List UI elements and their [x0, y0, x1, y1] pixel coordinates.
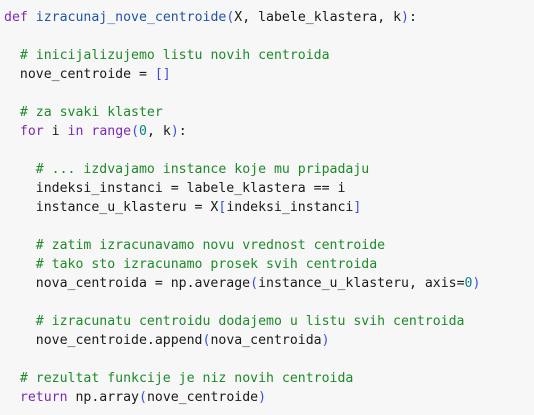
code-number: 0 [139, 124, 147, 139]
code-line: return np.array(nove_centroide) [4, 388, 534, 407]
code-function-name: izracunaj_nove_centroide [35, 10, 227, 25]
code-text: indeksi_instanci [226, 200, 354, 215]
code-text: nove_centroide [146, 390, 259, 405]
code-text: nove_centroide.append [4, 333, 203, 348]
code-line: def izracunaj_nove_centroide(X, labele_k… [4, 8, 534, 27]
code-line: # ... izdvajamo instance koje mu pripada… [4, 160, 534, 179]
code-bracket: ) [472, 276, 481, 291]
code-keyword: for [19, 124, 44, 139]
code-line: # rezultat funkcije je niz novih centroi… [4, 369, 534, 388]
code-text: X, labele_klastera, k [234, 10, 402, 25]
code-bracket: ( [139, 390, 147, 405]
code-line: # za svaki klaster [4, 103, 534, 122]
code-text: : [408, 10, 417, 25]
code-keyword: range [91, 124, 132, 139]
code-comment: # zatim izracunavamo novu vrednost centr… [35, 238, 386, 253]
code-text: nove_centroide = [4, 67, 155, 82]
code-bracket: ) [258, 390, 267, 405]
code-comment: # rezultat funkcije je niz novih centroi… [19, 371, 354, 386]
code-line: instance_u_klasteru = X[indeksi_instanci… [4, 198, 534, 217]
code-line: nova_centroida = np.average(instance_u_k… [4, 274, 534, 293]
code-text: : [178, 124, 187, 139]
code-bracket: ) [321, 333, 330, 348]
code-bracket: [] [154, 67, 171, 82]
code-keyword: def [4, 10, 28, 25]
code-comment: # tako sto izracunamo prosek svih centro… [35, 257, 378, 272]
code-line: # inicijalizujemo listu novih centroida [4, 46, 534, 65]
code-line: # izracunatu centroidu dodajemo u listu … [4, 312, 534, 331]
code-bracket: ] [353, 200, 362, 215]
code-keyword: return [19, 390, 68, 405]
code-comment: # izracunatu centroidu dodajemo u listu … [35, 314, 465, 329]
code-line: # zatim izracunavamo novu vrednost centr… [4, 236, 534, 255]
code-keyword: in [67, 124, 84, 139]
code-comment: # inicijalizujemo listu novih centroida [19, 48, 330, 63]
code-bracket: ) [401, 10, 409, 25]
code-line: indeksi_instanci = labele_klastera == i [4, 179, 534, 198]
code-text: np.array [67, 390, 139, 405]
code-bracket: ( [250, 276, 259, 291]
code-text: instance_u_klasteru, axis= [258, 276, 465, 291]
code-text: nova_centroida [210, 333, 322, 348]
code-line: for i in range(0, k): [4, 122, 534, 141]
code-comment: # za svaki klaster [19, 105, 163, 120]
code-text: i [43, 124, 68, 139]
code-bracket: ) [170, 124, 179, 139]
code-line: nove_centroide.append(nova_centroida) [4, 331, 534, 350]
code-text: nova_centroida = np.average [4, 276, 251, 291]
code-line: # tako sto izracunamo prosek svih centro… [4, 255, 534, 274]
code-text: indeksi_instanci = labele_klastera == i [4, 181, 346, 196]
code-text: , k [147, 124, 171, 139]
code-bracket: ( [131, 124, 140, 139]
code-text: instance_u_klasteru = X [4, 200, 219, 215]
code-comment: # ... izdvajamo instance koje mu pripada… [35, 162, 370, 177]
code-line: nove_centroide = [] [4, 65, 534, 84]
code-block: def izracunaj_nove_centroide ( X, labele_k… [0, 0, 534, 415]
